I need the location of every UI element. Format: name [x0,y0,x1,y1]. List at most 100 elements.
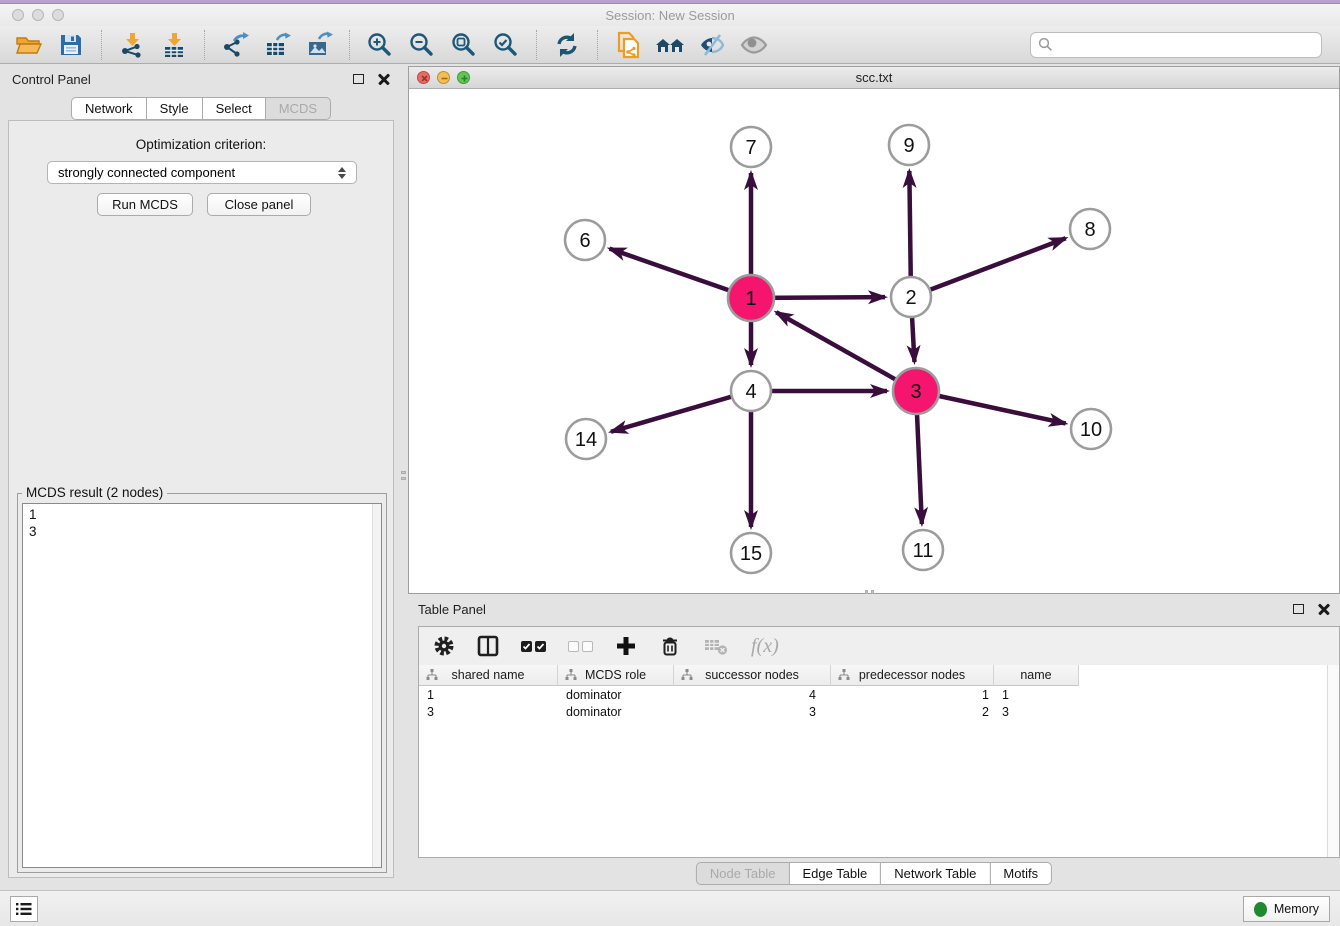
zoom-out-icon[interactable] [401,28,443,62]
delete-column-icon[interactable] [659,635,681,657]
tree-icon [838,669,850,681]
split-columns-icon[interactable] [477,635,499,657]
graph-node-label: 9 [903,135,914,157]
close-panel-icon[interactable] [378,73,390,85]
export-table-icon[interactable] [256,28,298,62]
graph-node-14[interactable]: 14 [566,419,606,459]
tab-motifs[interactable]: Motifs [989,862,1052,885]
application-window: Session: New Session [0,0,1340,926]
import-table-icon[interactable] [153,28,195,62]
vertical-splitter-handle[interactable] [400,462,407,488]
result-scrollbar[interactable] [372,504,381,867]
mcds-panel: Optimization criterion: strongly connect… [8,120,394,878]
show-all-networks-icon[interactable] [649,28,691,62]
mcds-result-text[interactable]: 1 3 [22,503,382,868]
tab-edge-table[interactable]: Edge Table [788,862,881,885]
cell-shared-name[interactable]: 1 [419,688,558,702]
network-view-title: scc.txt [409,70,1339,85]
delete-table-icon[interactable] [703,635,729,657]
tab-select[interactable]: Select [202,97,266,120]
cell-shared-name[interactable]: 3 [419,705,558,719]
tree-icon [426,669,438,681]
control-panel-tabs: Network Style Select MCDS [71,97,331,120]
list-icon [16,902,32,916]
memory-button[interactable]: Memory [1243,896,1330,922]
main-toolbar [0,26,1340,64]
cell-predecessor-nodes[interactable]: 1 [831,688,994,702]
tab-node-table[interactable]: Node Table [696,862,790,885]
table-close-panel-icon[interactable] [1318,603,1330,615]
task-history-button[interactable] [10,896,38,922]
table-row[interactable]: 1 dominator 4 1 1 [419,686,1339,703]
tab-network[interactable]: Network [71,97,147,120]
cell-name[interactable]: 3 [994,705,1079,719]
export-image-icon[interactable] [298,28,340,62]
window-titlebar: Session: New Session [0,4,1340,26]
table-row[interactable]: 3 dominator 3 2 3 [419,703,1339,720]
node-table: shared name MCDS role successor nodes pr… [419,665,1339,857]
column-header-shared-name[interactable]: shared name [419,665,558,686]
tab-style[interactable]: Style [146,97,203,120]
deselect-all-checkboxes-icon[interactable] [568,641,593,652]
duplicate-network-icon[interactable] [607,28,649,62]
refresh-icon[interactable] [546,28,588,62]
search-box[interactable] [1030,32,1322,58]
graph-node-7[interactable]: 7 [731,127,771,167]
graph-edge-4-14[interactable] [611,391,751,432]
table-scrollbar[interactable] [1327,665,1339,857]
show-hidden-icon[interactable] [733,28,775,62]
graph-node-9[interactable]: 9 [889,125,929,165]
add-column-icon[interactable] [615,635,637,657]
zoom-in-icon[interactable] [359,28,401,62]
control-panel: Control Panel Network Style Select MCDS … [2,66,400,888]
cell-successor-nodes[interactable]: 3 [674,705,831,719]
table-panel-title: Table Panel [418,602,486,617]
cell-name[interactable]: 1 [994,688,1079,702]
export-network-icon[interactable] [214,28,256,62]
float-panel-icon[interactable] [353,74,364,84]
column-header-predecessor-nodes[interactable]: predecessor nodes [831,665,994,686]
cell-mcds-role[interactable]: dominator [558,705,674,719]
cell-predecessor-nodes[interactable]: 2 [831,705,994,719]
close-panel-button[interactable]: Close panel [207,193,311,216]
tab-mcds[interactable]: MCDS [265,97,331,120]
hide-selected-icon[interactable] [691,28,733,62]
function-builder-icon[interactable]: f(x) [751,635,779,658]
search-input[interactable] [1058,37,1314,52]
graph-node-6[interactable]: 6 [565,220,605,260]
toolbar-separator [597,30,598,60]
network-view-titlebar[interactable]: scc.txt [409,67,1339,89]
table-header-row: shared name MCDS role successor nodes pr… [419,665,1339,686]
save-session-icon[interactable] [50,28,92,62]
run-mcds-button[interactable]: Run MCDS [97,193,193,216]
open-session-icon[interactable] [8,28,50,62]
memory-label: Memory [1274,902,1319,916]
settings-gear-icon[interactable] [433,635,455,657]
graph-node-8[interactable]: 8 [1070,209,1110,249]
import-network-icon[interactable] [111,28,153,62]
graph-node-4[interactable]: 4 [731,371,771,411]
cell-mcds-role[interactable]: dominator [558,688,674,702]
optimization-criterion-select[interactable]: strongly connected component [47,161,357,184]
graph-node-1[interactable]: 1 [728,275,774,321]
control-panel-title: Control Panel [12,72,91,87]
graph-node-11[interactable]: 11 [903,530,943,570]
graph-node-10[interactable]: 10 [1071,409,1111,449]
graph-node-label: 4 [745,381,756,403]
graph-node-2[interactable]: 2 [891,277,931,317]
table-float-panel-icon[interactable] [1293,604,1304,614]
toolbar-separator [349,30,350,60]
network-graph-canvas[interactable]: 7 9 6 8 1 2 4 3 14 10 15 11 [409,89,1339,593]
zoom-fit-icon[interactable] [443,28,485,62]
column-header-name[interactable]: name [994,665,1079,686]
graph-edge-2-8[interactable] [911,238,1066,297]
cell-successor-nodes[interactable]: 4 [674,688,831,702]
tab-network-table[interactable]: Network Table [880,862,990,885]
graph-node-15[interactable]: 15 [731,533,771,573]
zoom-selected-icon[interactable] [485,28,527,62]
select-all-checkboxes-icon[interactable] [521,641,546,652]
toolbar-separator [204,30,205,60]
column-header-successor-nodes[interactable]: successor nodes [674,665,831,686]
column-header-mcds-role[interactable]: MCDS role [558,665,674,686]
graph-node-3[interactable]: 3 [893,368,939,414]
